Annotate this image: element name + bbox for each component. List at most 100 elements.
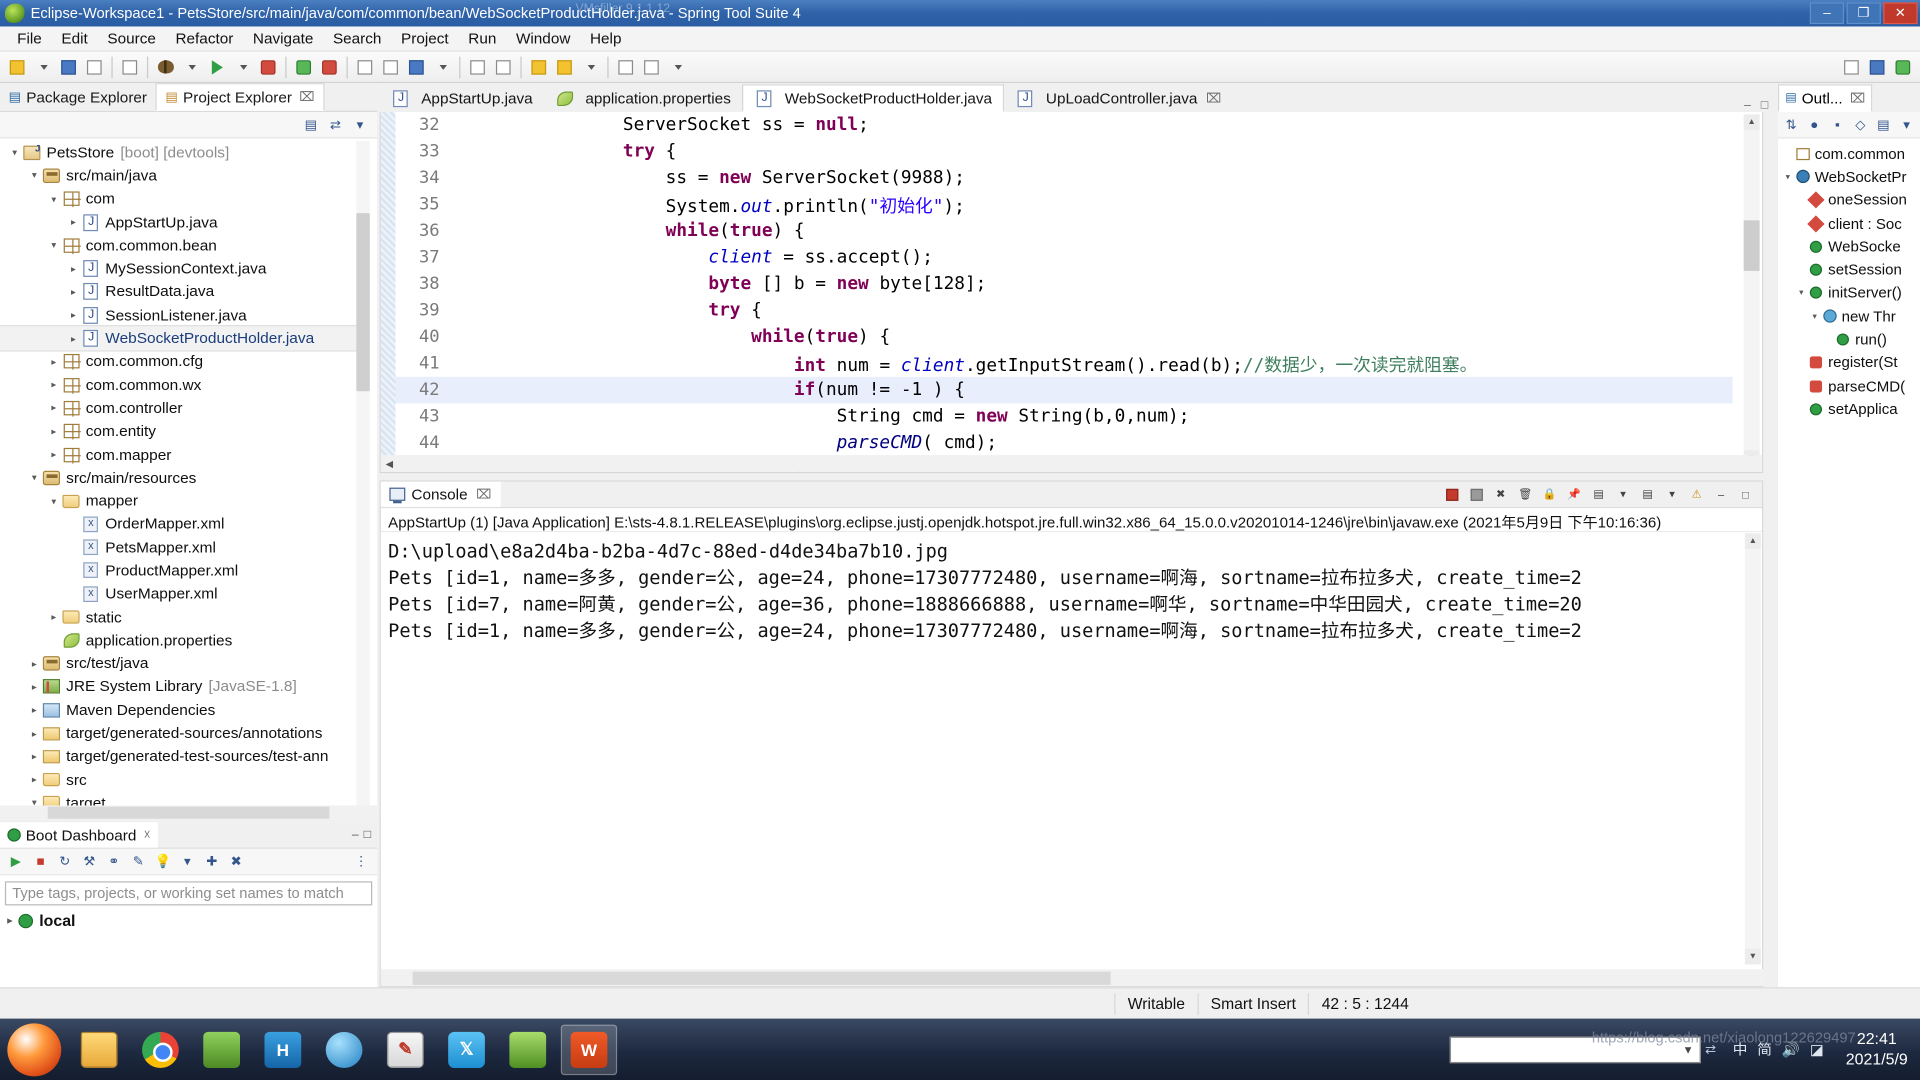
debug-button[interactable] [153, 55, 177, 79]
new-dropdown-button[interactable] [31, 55, 55, 79]
open-console-icon[interactable]: ▤ [1637, 484, 1658, 504]
next-annotation-button[interactable] [527, 55, 551, 79]
boot-dashboard-local-row[interactable]: ▸ local [7, 911, 377, 929]
menu-item-file[interactable]: File [7, 28, 51, 50]
hide-static-icon[interactable]: ▪ [1828, 115, 1847, 134]
boot-restart-icon[interactable]: ↻ [55, 852, 75, 871]
chevron-down-icon[interactable] [47, 194, 62, 205]
chevron-right-icon[interactable] [66, 310, 81, 321]
new-class-dropdown-button[interactable] [430, 55, 454, 79]
save-button[interactable] [56, 55, 80, 79]
code-line[interactable]: 33 try { [396, 138, 1733, 164]
view-menu-icon[interactable]: ▾ [350, 115, 370, 134]
outline-view-menu-icon[interactable]: ▾ [1897, 115, 1916, 134]
outline-item[interactable]: oneSession [1778, 189, 1920, 212]
outline-item[interactable]: parseCMD( [1778, 374, 1920, 397]
menu-item-refactor[interactable]: Refactor [166, 28, 243, 50]
outline-item[interactable]: client : Soc [1778, 212, 1920, 235]
chevron-right-icon[interactable] [27, 681, 42, 692]
hide-nonpublic-icon[interactable]: ◇ [1851, 115, 1870, 134]
close-icon[interactable]: ⌧ [299, 89, 315, 104]
code-editor[interactable]: 32 ServerSocket ss = null; 33 try {34 ss … [379, 111, 1764, 474]
code-line[interactable]: 38 byte [] b = new byte[128]; [396, 271, 1733, 297]
chevron-right-icon[interactable]: ▸ [7, 915, 12, 926]
open-type-button[interactable] [491, 55, 515, 79]
scroll-up-icon[interactable]: ▲ [1743, 114, 1760, 131]
tree-item[interactable]: ResultData.java [0, 280, 358, 303]
tab-package-explorer[interactable]: ▤ Package Explorer [0, 83, 156, 111]
code-line[interactable]: 42 if(num != -1 ) { [395, 376, 1733, 404]
new-wizard-button[interactable] [5, 55, 29, 79]
chevron-right-icon[interactable] [47, 612, 62, 623]
outline-item[interactable]: com.common [1778, 142, 1920, 165]
display-console-dropdown-icon[interactable]: ▾ [1613, 484, 1634, 504]
outline-item[interactable]: ▾ WebSocketPr [1778, 165, 1920, 188]
chevron-right-icon[interactable] [47, 426, 62, 437]
code-line[interactable]: 40 while(true) { [396, 324, 1733, 350]
tree-item[interactable]: PetsStore [boot] [devtools] [0, 141, 358, 164]
terminate-icon[interactable] [1441, 484, 1462, 504]
project-tree[interactable]: PetsStore [boot] [devtools] src/main/java c… [0, 138, 358, 820]
maximize-console-icon[interactable]: □ [1735, 484, 1756, 504]
annotation-dropdown-button[interactable] [578, 55, 602, 79]
taskbar-item-file-explorer[interactable] [71, 1024, 127, 1075]
history-dropdown-button[interactable] [665, 55, 689, 79]
chevron-down-icon[interactable]: ▾ [1809, 311, 1821, 321]
close-icon[interactable]: ☓ [144, 827, 151, 842]
menu-item-navigate[interactable]: Navigate [243, 28, 323, 50]
chevron-right-icon[interactable] [66, 286, 81, 297]
boot-view-menu-icon[interactable]: ⋮ [351, 852, 371, 871]
tree-item[interactable]: com [0, 187, 358, 210]
tree-item[interactable]: com.common.bean [0, 234, 358, 257]
chevron-down-icon[interactable] [47, 240, 62, 251]
boot-filter-dropdown-icon[interactable]: ▾ [178, 852, 198, 871]
taskbar-item-dev-tool[interactable] [193, 1024, 249, 1075]
scroll-left-icon[interactable]: ◀ [381, 458, 398, 469]
tree-item[interactable]: UserMapper.xml [0, 582, 358, 605]
minimize-button[interactable]: – [1809, 2, 1845, 25]
console-output[interactable]: D:\upload\e8a2d4ba-b2ba-4d7c-88ed-d4de34… [380, 533, 1749, 965]
tree-item[interactable]: WebSocketProductHolder.java [0, 325, 358, 352]
boot-debug-icon[interactable]: ⚒ [80, 852, 100, 871]
code-line[interactable]: 41 int num = client.getInputStream().rea… [396, 350, 1733, 376]
outline-item[interactable]: WebSocke [1778, 235, 1920, 258]
taskbar-item-google-chrome[interactable] [132, 1024, 188, 1075]
chevron-right-icon[interactable] [27, 705, 42, 716]
search-toolbar-button[interactable] [465, 55, 489, 79]
chevron-right-icon[interactable] [27, 751, 42, 762]
chevron-right-icon[interactable] [47, 356, 62, 367]
tree-item[interactable]: static [0, 606, 358, 629]
chevron-down-icon[interactable] [47, 496, 62, 507]
chevron-right-icon[interactable] [47, 449, 62, 460]
run-button[interactable] [204, 55, 228, 79]
scrollbar-thumb[interactable] [47, 806, 330, 819]
tree-item[interactable]: application.properties [0, 629, 358, 652]
chevron-down-icon[interactable] [27, 472, 42, 483]
editor-tab[interactable]: WebSocketProductHolder.java [741, 84, 1005, 112]
boot-run-button[interactable] [291, 55, 315, 79]
code-line[interactable]: 44 parseCMD( cmd); [396, 430, 1733, 456]
code-line[interactable]: 39 try { [396, 297, 1733, 323]
run-external-tools-button[interactable] [256, 55, 280, 79]
print-button[interactable] [118, 55, 142, 79]
tree-item[interactable]: mapper [0, 489, 358, 512]
tree-item[interactable]: JRE System Library [JavaSE-1.8] [0, 675, 358, 698]
console-help-icon[interactable]: ⚠ [1686, 484, 1707, 504]
boot-stop-button[interactable] [317, 55, 341, 79]
remove-launch-icon[interactable] [1466, 484, 1487, 504]
maximize-editor-icon[interactable]: □ [1761, 99, 1768, 112]
menu-item-source[interactable]: Source [98, 28, 166, 50]
taskbar-item-h-app[interactable]: H [255, 1024, 311, 1075]
code-line[interactable]: 43 String cmd = new String(b,0,num); [396, 403, 1733, 429]
tree-item[interactable]: target/generated-sources/annotations [0, 722, 358, 745]
remove-all-launches-icon[interactable]: ✖ [1490, 484, 1511, 504]
taskbar-item-paint[interactable]: ✎ [377, 1024, 433, 1075]
new-class-button[interactable] [404, 55, 428, 79]
boot-remove-icon[interactable]: ✖ [227, 852, 247, 871]
tree-item[interactable]: AppStartUp.java [0, 211, 358, 234]
tree-item[interactable]: src/main/java [0, 164, 358, 187]
chevron-right-icon[interactable] [27, 728, 42, 739]
outline-item[interactable]: run() [1778, 328, 1920, 351]
collapse-all-icon[interactable]: ▤ [301, 115, 321, 134]
explorer-horizontal-scrollbar[interactable] [0, 805, 378, 820]
